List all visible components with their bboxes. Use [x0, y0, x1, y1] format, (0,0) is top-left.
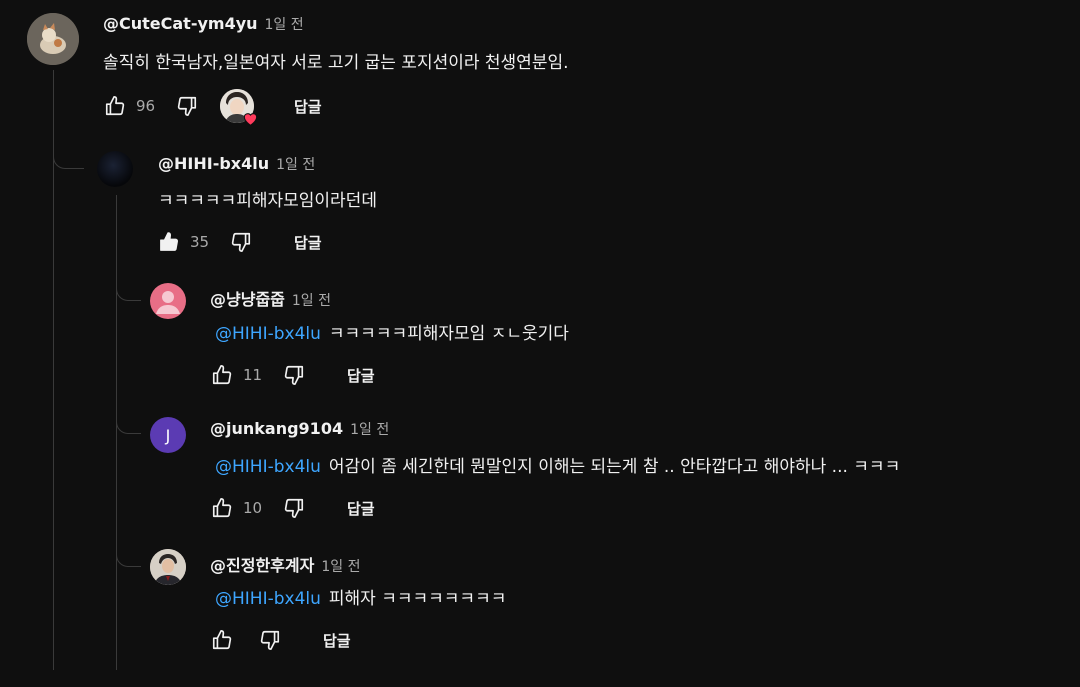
avatar[interactable]: J — [150, 417, 186, 453]
like-count: 11 — [243, 366, 263, 384]
like-button[interactable] — [211, 629, 233, 651]
reply-author[interactable]: @junkang9104 — [210, 419, 343, 438]
reply-text: ㅋㅋㅋㅋㅋ피해자모임이라던데 — [158, 191, 377, 211]
thumbs-up-filled-icon — [160, 232, 179, 251]
thumbs-up-icon — [212, 365, 232, 385]
reply-text: ㅋㅋㅋㅋㅋ피해자모임 ㅈㄴ웃기다 — [328, 324, 569, 344]
reply-time[interactable]: 1일 전 — [292, 290, 331, 310]
like-button[interactable] — [211, 497, 233, 519]
reply-time[interactable]: 1일 전 — [350, 419, 389, 439]
reply-header: @junkang9104 1일 전 — [210, 419, 389, 439]
comment-author[interactable]: @CuteCat-ym4yu — [103, 14, 258, 33]
cat-avatar-icon — [27, 13, 79, 65]
comment-text: 솔직히 한국남자,일본여자 서로 고기 굽는 포지션이라 천생연분임. — [103, 53, 569, 73]
reply-actions: 답글 — [211, 626, 351, 654]
reply-connector — [116, 417, 141, 434]
mention-link[interactable]: @HIHI-bx4lu — [215, 589, 321, 609]
like-count: 96 — [136, 97, 156, 115]
avatar[interactable] — [150, 549, 186, 585]
dislike-button[interactable] — [259, 629, 281, 651]
reply-author[interactable]: @냥냥줍줍 — [210, 286, 285, 310]
avatar[interactable] — [97, 151, 133, 187]
reply-text: 어감이 좀 세긴한데 뭔말인지 이해는 되는게 참 .. 안타깝다고 해야하나 … — [328, 457, 901, 477]
creator-heart-badge — [220, 89, 258, 126]
reply-button[interactable]: 답글 — [294, 96, 322, 117]
reply-button[interactable]: 답글 — [294, 232, 322, 253]
reply-text-row: @HIHI-bx4lu 피해자 ㅋㅋㅋㅋㅋㅋㅋㅋ — [215, 584, 506, 609]
dislike-button[interactable] — [176, 95, 198, 117]
thumbs-down-icon — [284, 498, 304, 518]
comment-actions: 96 답글 — [104, 89, 322, 126]
thumbs-up-icon — [212, 630, 232, 650]
reply-header: @HIHI-bx4lu 1일 전 — [158, 154, 315, 174]
dislike-button[interactable] — [283, 364, 305, 386]
reply-header: @진정한후계자 1일 전 — [210, 552, 360, 576]
dislike-button[interactable] — [283, 497, 305, 519]
reply-button[interactable]: 답글 — [323, 630, 351, 651]
reply-text: 피해자 ㅋㅋㅋㅋㅋㅋㅋㅋ — [328, 589, 507, 609]
like-button[interactable] — [104, 95, 126, 117]
reply-author[interactable]: @진정한후계자 — [210, 552, 314, 576]
avatar-letter: J — [165, 425, 171, 445]
default-person-avatar-icon — [156, 291, 180, 314]
mention-link[interactable]: @HIHI-bx4lu — [215, 457, 321, 477]
reply-time[interactable]: 1일 전 — [321, 556, 360, 576]
person-photo-avatar-icon — [150, 549, 186, 585]
reply-actions: 35 답글 — [158, 228, 322, 256]
avatar[interactable] — [27, 13, 79, 65]
like-count: 10 — [243, 499, 263, 517]
reply-connector — [116, 550, 141, 567]
reply-text-row: @HIHI-bx4lu 어감이 좀 세긴한데 뭔말인지 이해는 되는게 참 .. … — [215, 452, 900, 477]
mention-link[interactable]: @HIHI-bx4lu — [215, 324, 321, 344]
thread-line-replies — [116, 195, 117, 670]
like-count: 35 — [190, 233, 210, 251]
thumbs-down-icon — [260, 630, 280, 650]
thumbs-down-icon — [284, 365, 304, 385]
thumbs-up-icon — [105, 96, 125, 116]
comment-time[interactable]: 1일 전 — [265, 14, 304, 34]
thumbs-up-icon — [212, 498, 232, 518]
reply-actions: 10 답글 — [211, 494, 375, 522]
like-button[interactable] — [158, 231, 180, 253]
reply-header: @냥냥줍줍 1일 전 — [210, 286, 331, 310]
reply-button[interactable]: 답글 — [347, 365, 375, 386]
reply-actions: 11 답글 — [211, 361, 375, 389]
avatar[interactable] — [150, 283, 186, 319]
dislike-button[interactable] — [230, 231, 252, 253]
like-button[interactable] — [211, 364, 233, 386]
reply-time[interactable]: 1일 전 — [276, 154, 315, 174]
reply-connector — [53, 150, 84, 169]
thumbs-down-icon — [177, 96, 197, 116]
reply-button[interactable]: 답글 — [347, 498, 375, 519]
reply-author[interactable]: @HIHI-bx4lu — [158, 154, 269, 173]
reply-text-row: @HIHI-bx4lu ㅋㅋㅋㅋㅋ피해자모임 ㅈㄴ웃기다 — [215, 319, 569, 344]
reply-connector — [116, 284, 141, 301]
heart-icon — [243, 113, 258, 126]
comment-header: @CuteCat-ym4yu 1일 전 — [103, 14, 304, 34]
thumbs-down-icon — [231, 232, 251, 252]
